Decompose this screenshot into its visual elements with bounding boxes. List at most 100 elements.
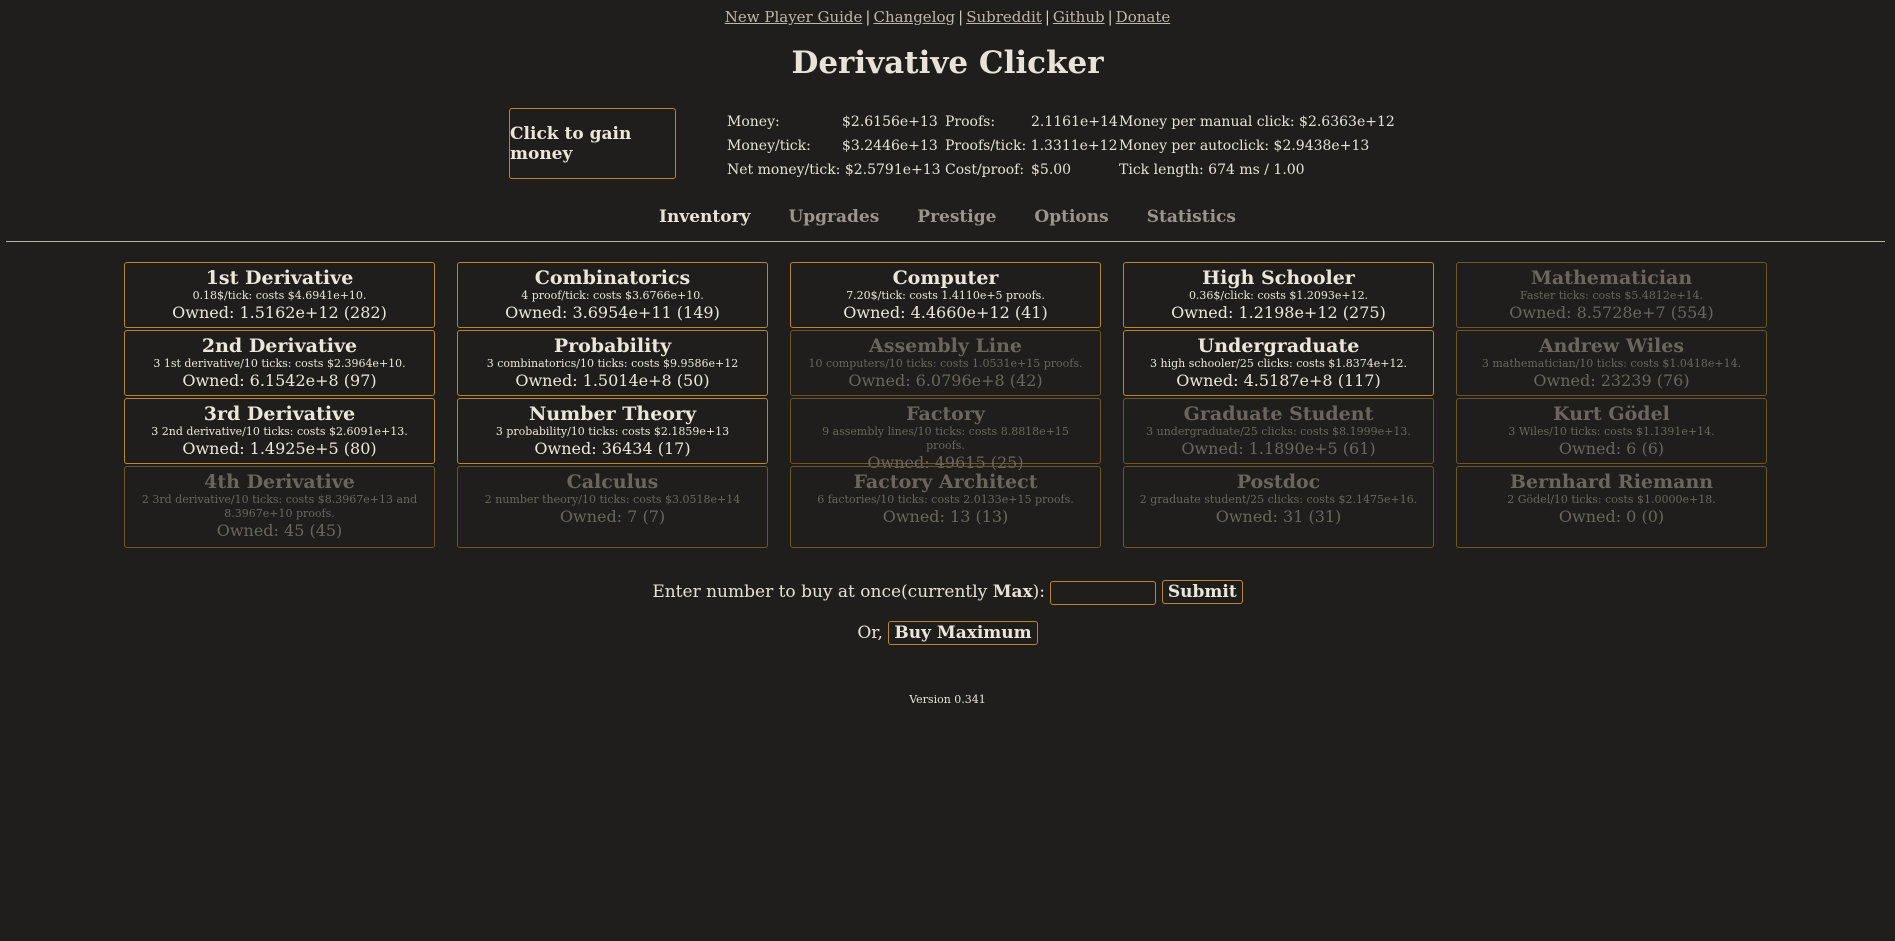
inventory-item-factory-architect[interactable]: Factory Architect 6 factories/10 ticks: c… [790, 466, 1101, 548]
item-name: 2nd Derivative [201, 335, 358, 357]
inventory-item-graduate-student[interactable]: Graduate Student 3 undergraduate/25 click… [1123, 398, 1434, 464]
item-name: Factory Architect [853, 471, 1038, 493]
item-name: Factory [906, 403, 985, 425]
link-separator: | [1107, 8, 1113, 26]
item-name: Computer [892, 267, 999, 289]
inventory-item-high-schooler[interactable]: High Schooler 0.36$/click: costs $1.2093e… [1123, 262, 1434, 328]
stats-click-column: Money per manual click: $2.6363e+12 Mone… [1119, 113, 1395, 185]
tab-bar: Inventory Upgrades Prestige Options Statisti… [0, 207, 1895, 227]
item-owned: Owned: 3.6954e+11 (149) [505, 303, 720, 322]
item-owned: Owned: 8.5728e+7 (554) [1509, 303, 1714, 322]
inventory-item-computer[interactable]: Computer 7.20$/tick: costs 1.4110e+5 proo… [790, 262, 1101, 328]
item-description: 3 1st derivative/10 ticks: costs $2.3964… [153, 357, 406, 370]
item-description: 2 graduate student/25 clicks: costs $2.1… [1139, 493, 1418, 506]
inventory-item-combinatorics[interactable]: Combinatorics 4 proof/tick: costs $3.6766… [457, 262, 768, 328]
inventory-item-bernhard-riemann[interactable]: Bernhard Riemann 2 Gödel/10 ticks: costs … [1456, 466, 1767, 548]
inventory-item-assembly-line[interactable]: Assembly Line 10 computers/10 ticks: cost… [790, 330, 1101, 396]
page-title: Derivative Clicker [791, 45, 1104, 81]
item-name: 1st Derivative [205, 267, 354, 289]
item-description: 3 high schooler/25 clicks: costs $1.8374… [1150, 357, 1407, 370]
stat-value-money: $2.6156e+13 [842, 114, 938, 130]
tab-options[interactable]: Options [1034, 207, 1108, 227]
buy-amount-row: Enter number to buy at once(currently Ma… [0, 580, 1895, 605]
buy-amount-current: Max [992, 582, 1033, 602]
item-description: 0.36$/click: costs $1.2093e+12. [1188, 289, 1369, 302]
item-name: Probability [553, 335, 672, 357]
item-description: 0.18$/tick: costs $4.6941e+10. [192, 289, 367, 302]
item-name: Bernhard Riemann [1509, 471, 1714, 493]
inventory-item-number-theory[interactable]: Number Theory 3 probability/10 ticks: cos… [457, 398, 768, 464]
item-owned: Owned: 13 (13) [882, 507, 1009, 526]
or-label: Or, [857, 623, 883, 643]
stat-label: Proofs/tick: [945, 138, 1027, 154]
item-description: 4 proof/tick: costs $3.6766e+10. [521, 289, 704, 302]
stat-label: Tick length: [1119, 162, 1204, 178]
item-name: Kurt Gödel [1553, 403, 1670, 425]
item-name: Assembly Line [869, 335, 1022, 357]
stat-value-net-money-per-tick: $2.5791e+13 [844, 162, 941, 178]
item-name: Mathematician [1530, 267, 1693, 289]
item-description: 2 number theory/10 ticks: costs $3.0518e… [484, 493, 741, 506]
link-donate[interactable]: Donate [1116, 8, 1171, 26]
item-owned: Owned: 7 (7) [559, 507, 666, 526]
click-to-gain-money-button[interactable]: Click to gain money [509, 108, 676, 179]
item-name: Graduate Student [1183, 403, 1374, 425]
link-separator: | [1044, 8, 1050, 26]
inventory-item-undergraduate[interactable]: Undergraduate 3 high schooler/25 clicks: … [1123, 330, 1434, 396]
inventory-item-andrew-wiles[interactable]: Andrew Wiles 3 mathematician/10 ticks: co… [1456, 330, 1767, 396]
link-separator: | [865, 8, 871, 26]
item-owned: Owned: 31 (31) [1215, 507, 1342, 526]
item-description: 3 2nd derivative/10 ticks: costs $2.6091… [151, 425, 408, 438]
tab-inventory[interactable]: Inventory [659, 207, 750, 227]
item-description: Faster ticks: costs $5.4812e+14. [1519, 289, 1704, 302]
inventory-item-4th-derivative[interactable]: 4th Derivative 2 3rd derivative/10 ticks:… [124, 466, 435, 548]
stat-value-autoclick: $2.9438e+13 [1273, 138, 1370, 154]
item-owned: Owned: 45 (45) [216, 521, 343, 540]
item-owned: Owned: 6 (6) [1558, 439, 1665, 458]
stat-label: Money per manual click: [1119, 114, 1295, 130]
item-name: Postdoc [1236, 471, 1321, 493]
inventory-item-calculus[interactable]: Calculus 2 number theory/10 ticks: costs … [457, 466, 768, 548]
inventory-item-mathematician[interactable]: Mathematician Faster ticks: costs $5.4812… [1456, 262, 1767, 328]
stat-value-money-per-tick: $3.2446e+13 [842, 138, 938, 154]
inventory-item-kurt-g-del[interactable]: Kurt Gödel 3 Wiles/10 ticks: costs $1.139… [1456, 398, 1767, 464]
stat-label: Money per autoclick: [1119, 138, 1270, 154]
item-description: 3 probability/10 ticks: costs $2.1859e+1… [495, 425, 730, 438]
stat-label: Proofs: [945, 114, 996, 130]
item-owned: Owned: 4.5187e+8 (117) [1176, 371, 1381, 390]
item-description: 3 undergraduate/25 clicks: costs $8.1999… [1146, 425, 1411, 438]
inventory-item-2nd-derivative[interactable]: 2nd Derivative 3 1st derivative/10 ticks:… [124, 330, 435, 396]
item-owned: Owned: 4.4660e+12 (41) [843, 303, 1048, 322]
inventory-item-factory[interactable]: Factory 9 assembly lines/10 ticks: costs … [790, 398, 1101, 472]
tab-upgrades[interactable]: Upgrades [788, 207, 879, 227]
link-new-player-guide[interactable]: New Player Guide [725, 8, 863, 26]
link-github[interactable]: Github [1053, 8, 1105, 26]
version-label: Version 0.341 [909, 693, 986, 706]
inventory-item-3rd-derivative[interactable]: 3rd Derivative 3 2nd derivative/10 ticks:… [124, 398, 435, 464]
inventory-item-1st-derivative[interactable]: 1st Derivative 0.18$/tick: costs $4.6941e… [124, 262, 435, 328]
item-owned: Owned: 1.2198e+12 (275) [1171, 303, 1386, 322]
item-owned: Owned: 1.1890e+5 (61) [1181, 439, 1376, 458]
item-name: Combinatorics [534, 267, 691, 289]
stat-label: Money/tick: [727, 138, 811, 154]
item-name: Undergraduate [1197, 335, 1360, 357]
item-owned: Owned: 1.5162e+12 (282) [172, 303, 387, 322]
item-name: High Schooler [1202, 267, 1355, 289]
stat-value-manual-click: $2.6363e+12 [1299, 114, 1395, 130]
submit-button[interactable]: Submit [1161, 580, 1243, 604]
item-description: 3 mathematician/10 ticks: costs $1.0418e… [1481, 357, 1742, 370]
item-description: 9 assembly lines/10 ticks: costs 8.8818e… [822, 425, 1069, 452]
item-owned: Owned: 23239 (76) [1533, 371, 1690, 390]
item-owned: Owned: 1.5014e+8 (50) [515, 371, 710, 390]
tab-statistics[interactable]: Statistics [1147, 207, 1236, 227]
tab-prestige[interactable]: Prestige [917, 207, 996, 227]
buy-maximum-button[interactable]: Buy Maximum [888, 621, 1038, 645]
item-description: 3 Wiles/10 ticks: costs $1.1391e+14. [1508, 425, 1715, 438]
link-subreddit[interactable]: Subreddit [966, 8, 1042, 26]
inventory-item-probability[interactable]: Probability 3 combinatorics/10 ticks: cos… [457, 330, 768, 396]
link-changelog[interactable]: Changelog [873, 8, 955, 26]
link-separator: | [958, 8, 964, 26]
inventory-item-postdoc[interactable]: Postdoc 2 graduate student/25 clicks: cos… [1123, 466, 1434, 548]
buy-amount-input[interactable] [1050, 580, 1157, 605]
item-name: 3rd Derivative [203, 403, 356, 425]
